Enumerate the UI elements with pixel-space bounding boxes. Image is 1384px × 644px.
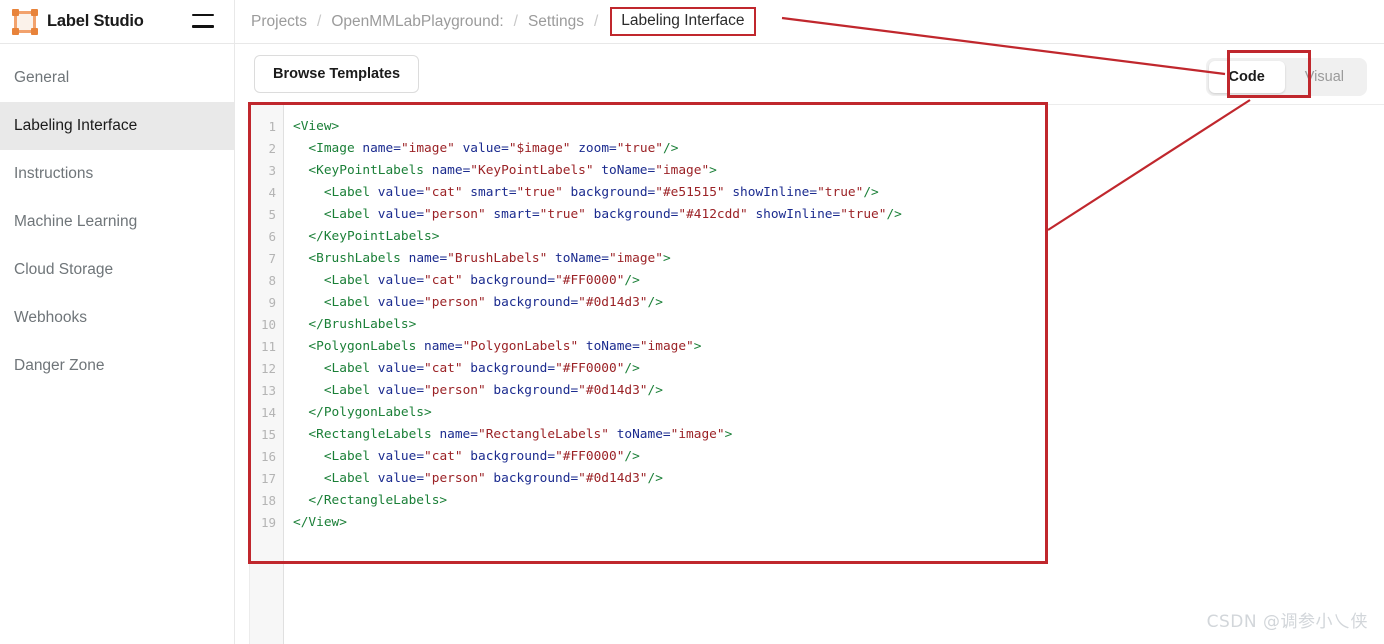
sidebar-item-label: General bbox=[14, 69, 70, 86]
code-line: <Label value="cat" background="#FF0000"/… bbox=[323, 361, 640, 376]
breadcrumb-item-project[interactable]: OpenMMLabPlayground: bbox=[331, 13, 503, 31]
tab-visual[interactable]: Visual bbox=[1285, 61, 1364, 93]
sidebar-item-label: Danger Zone bbox=[14, 357, 105, 374]
code-line: </KeyPointLabels> bbox=[308, 229, 440, 244]
settings-sidebar: General Labeling Interface Instructions … bbox=[0, 44, 235, 644]
code-editor-panel[interactable]: 1 2 3 4 5 6 7 8 9 10 11 12 13 14 15 16 17 18 19 <View> <Im… bbox=[249, 104, 1384, 644]
code-line: <Label value="person" background="#0d14d… bbox=[323, 383, 663, 398]
line-number: 8 bbox=[268, 273, 276, 288]
line-number: 13 bbox=[260, 383, 276, 398]
sidebar-item-webhooks[interactable]: Webhooks bbox=[0, 294, 234, 342]
sidebar-item-label: Machine Learning bbox=[14, 213, 138, 230]
sidebar-item-cloud-storage[interactable]: Cloud Storage bbox=[0, 246, 234, 294]
line-number: 4 bbox=[268, 185, 276, 200]
line-number: 18 bbox=[260, 493, 276, 508]
breadcrumb-separator: / bbox=[593, 12, 599, 30]
code-line: <BrushLabels name="BrushLabels" toName="… bbox=[308, 251, 671, 266]
sidebar-item-label: Labeling Interface bbox=[14, 117, 138, 134]
brand-name: Label Studio bbox=[47, 12, 144, 30]
code-line: <View> bbox=[293, 119, 340, 134]
breadcrumb-item-projects[interactable]: Projects bbox=[251, 13, 307, 31]
line-number: 11 bbox=[260, 339, 276, 354]
line-number: 10 bbox=[260, 317, 276, 332]
line-number-gutter: 1 2 3 4 5 6 7 8 9 10 11 12 13 14 15 16 17 18 19 bbox=[250, 105, 284, 644]
code-line: <Label value="cat" background="#FF0000"/… bbox=[323, 273, 640, 288]
code-line: </BrushLabels> bbox=[308, 317, 417, 332]
line-number: 14 bbox=[260, 405, 276, 420]
code-line: </View> bbox=[293, 515, 347, 530]
sidebar-item-danger-zone[interactable]: Danger Zone bbox=[0, 342, 234, 390]
line-number: 19 bbox=[260, 515, 276, 530]
line-number: 16 bbox=[260, 449, 276, 464]
line-number: 15 bbox=[260, 427, 276, 442]
code-line: <Label value="person" background="#0d14d… bbox=[323, 295, 663, 310]
browse-templates-button[interactable]: Browse Templates bbox=[254, 55, 420, 93]
watermark: CSDN @调参小乀侠 bbox=[1206, 612, 1368, 632]
breadcrumb-item-labeling-interface[interactable]: Labeling Interface bbox=[610, 7, 756, 36]
breadcrumb-item-settings[interactable]: Settings bbox=[528, 13, 584, 31]
hamburger-icon[interactable] bbox=[192, 12, 214, 30]
code-line: <KeyPointLabels name="KeyPointLabels" to… bbox=[308, 163, 717, 178]
code-line: <RectangleLabels name="RectangleLabels" … bbox=[308, 427, 733, 442]
breadcrumb: Projects / OpenMMLabPlayground: / Settin… bbox=[235, 0, 756, 44]
code-line: <Label value="person" smart="true" backg… bbox=[323, 207, 902, 222]
code-line: </PolygonLabels> bbox=[308, 405, 432, 420]
code-editor-content[interactable]: <View> <Image name="image" value="$image… bbox=[284, 105, 1384, 644]
code-line: <Label value="person" background="#0d14d… bbox=[323, 471, 663, 486]
sidebar-item-label: Instructions bbox=[14, 165, 94, 182]
sidebar-item-label: Webhooks bbox=[14, 309, 87, 326]
sidebar-item-general[interactable]: General bbox=[0, 54, 234, 102]
sidebar-item-instructions[interactable]: Instructions bbox=[0, 150, 234, 198]
sidebar-item-labeling-interface[interactable]: Labeling Interface bbox=[0, 102, 234, 150]
sidebar-item-label: Cloud Storage bbox=[14, 261, 114, 278]
bounding-box-icon bbox=[12, 8, 38, 35]
code-line: <PolygonLabels name="PolygonLabels" toNa… bbox=[308, 339, 702, 354]
line-number: 6 bbox=[268, 229, 276, 244]
editor-mode-toggle: Code Visual bbox=[1205, 58, 1367, 96]
code-line: <Label value="cat" smart="true" backgrou… bbox=[323, 185, 879, 200]
line-number: 1 bbox=[268, 119, 276, 134]
breadcrumb-separator: / bbox=[317, 12, 322, 30]
line-number: 17 bbox=[260, 471, 276, 486]
tab-code[interactable]: Code bbox=[1208, 61, 1285, 93]
line-number: 2 bbox=[268, 141, 276, 156]
code-line: </RectangleLabels> bbox=[308, 493, 448, 508]
brand-area[interactable]: Label Studio bbox=[0, 0, 235, 44]
line-number: 3 bbox=[268, 163, 276, 178]
main-content: Browse Templates Code Visual 1 2 3 4 5 6 7 8 9 10… bbox=[236, 44, 1384, 644]
code-line: <Image name="image" value="$image" zoom=… bbox=[308, 141, 679, 156]
top-bar: Label Studio Projects / OpenMMLabPlaygro… bbox=[0, 0, 1384, 44]
line-number: 5 bbox=[268, 207, 276, 222]
breadcrumb-separator: / bbox=[513, 12, 518, 30]
line-number: 9 bbox=[268, 295, 276, 310]
code-line: <Label value="cat" background="#FF0000"/… bbox=[323, 449, 640, 464]
sidebar-item-machine-learning[interactable]: Machine Learning bbox=[0, 198, 234, 246]
line-number: 7 bbox=[268, 251, 276, 266]
line-number: 12 bbox=[260, 361, 276, 376]
